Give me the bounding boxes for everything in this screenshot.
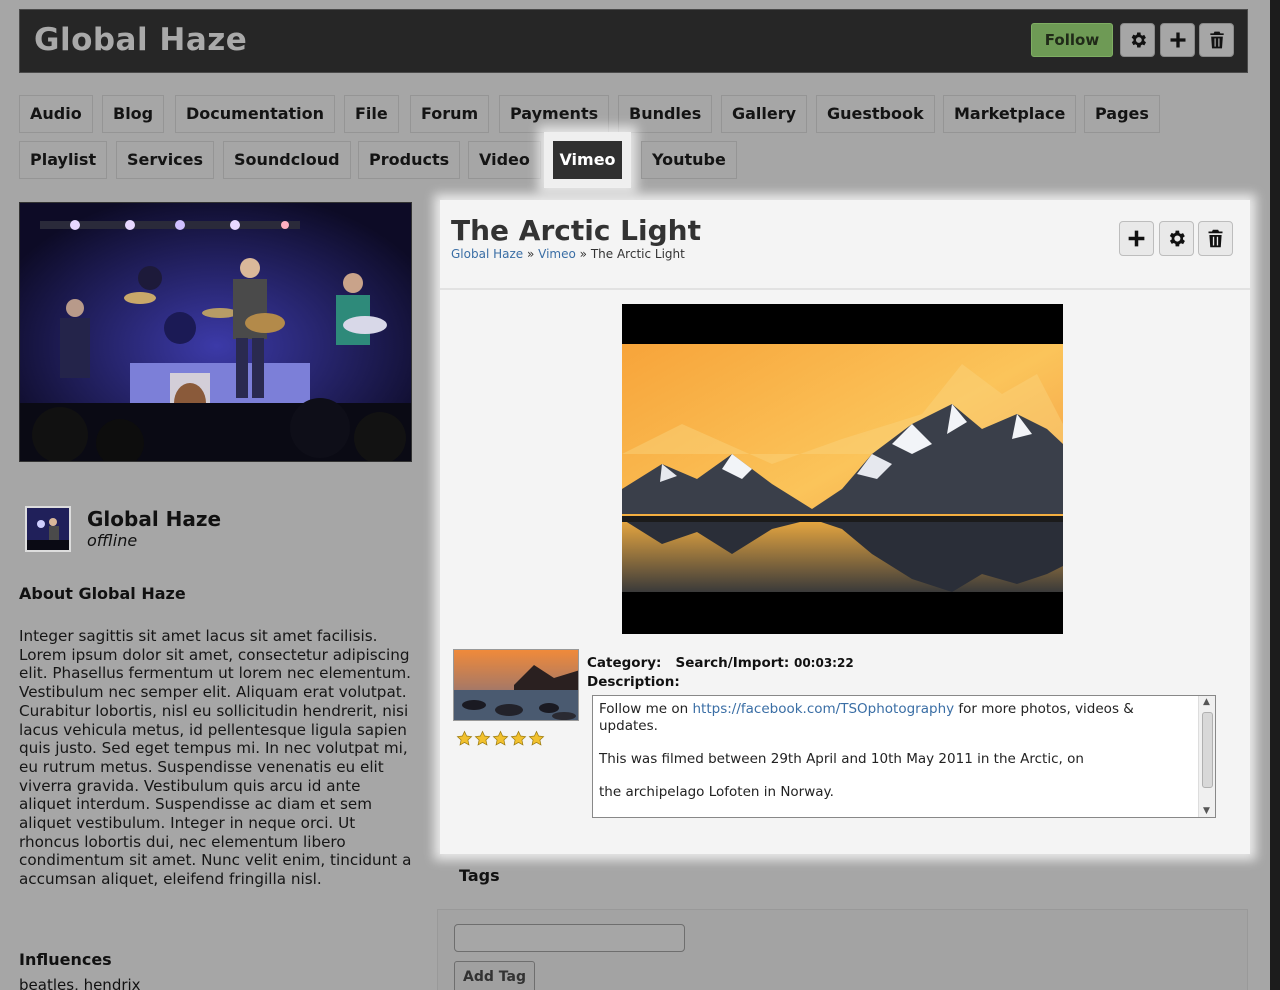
facebook-link[interactable]: https://facebook.com/TSOphotography — [693, 701, 955, 717]
item-settings-button[interactable] — [1159, 221, 1194, 256]
description-text: Follow me on https://facebook.com/TSOpho… — [599, 701, 1195, 801]
tag-input[interactable] — [454, 924, 685, 952]
description-line: This was filmed between 29th April and 1… — [599, 751, 1084, 767]
header-title: Global Haze — [34, 22, 248, 58]
tab-playlist[interactable]: Playlist — [19, 141, 108, 179]
trash-icon — [1209, 31, 1224, 49]
about-text: Integer sagittis sit amet lacus sit amet… — [19, 627, 412, 889]
star-icon[interactable] — [510, 730, 527, 747]
item-add-button[interactable] — [1119, 221, 1154, 256]
gear-icon — [1169, 230, 1185, 247]
video-frame-image — [622, 304, 1063, 634]
tab-products[interactable]: Products — [358, 141, 461, 179]
plus-icon — [1128, 230, 1145, 247]
about-heading: About Global Haze — [19, 584, 186, 603]
description-label: Description: — [587, 674, 680, 690]
video-detail-card: The Arctic Light Global Haze » Vimeo » T… — [440, 200, 1250, 854]
card-header: The Arctic Light Global Haze » Vimeo » T… — [440, 200, 1250, 290]
description-box[interactable]: Follow me on https://facebook.com/TSOpho… — [592, 695, 1216, 818]
profile-banner-image — [19, 202, 412, 462]
influences-heading: Influences — [19, 950, 112, 969]
window-edge — [1270, 0, 1280, 990]
tab-vimeo-active[interactable]: Vimeo — [544, 132, 631, 188]
tags-heading: Tags — [459, 866, 500, 885]
search-import-label: Search/Import: — [675, 655, 790, 671]
thumbnail-image — [454, 650, 578, 720]
tab-youtube[interactable]: Youtube — [641, 141, 737, 179]
breadcrumb-home-link[interactable]: Global Haze — [451, 247, 523, 261]
description-line: the archipelago Lofoten in Norway. — [599, 784, 834, 800]
video-duration: 00:03:22 — [793, 656, 854, 670]
tab-forum[interactable]: Forum — [410, 95, 490, 133]
tab-file[interactable]: File — [344, 95, 399, 133]
breadcrumb-current: The Arctic Light — [590, 247, 685, 261]
tab-marketplace[interactable]: Marketplace — [943, 95, 1077, 133]
tab-payments[interactable]: Payments — [499, 95, 610, 133]
concert-photo — [20, 203, 411, 461]
rating-stars[interactable] — [456, 730, 545, 747]
tab-video[interactable]: Video — [468, 141, 541, 179]
star-icon[interactable] — [474, 730, 491, 747]
tab-vimeo-label: Vimeo — [553, 141, 622, 179]
scrollbar-thumb[interactable] — [1202, 712, 1213, 788]
breadcrumb-section-link[interactable]: Vimeo — [538, 247, 576, 261]
profile-name[interactable]: Global Haze — [87, 507, 221, 531]
tab-blog[interactable]: Blog — [102, 95, 165, 133]
tab-soundcloud[interactable]: Soundcloud — [223, 141, 351, 179]
breadcrumb-separator: » — [523, 247, 539, 261]
tab-gallery[interactable]: Gallery — [721, 95, 808, 133]
star-icon[interactable] — [528, 730, 545, 747]
scroll-up-icon[interactable]: ▲ — [1203, 697, 1210, 707]
gear-icon — [1131, 32, 1146, 48]
follow-button[interactable]: Follow — [1031, 23, 1113, 57]
tab-services[interactable]: Services — [116, 141, 215, 179]
trash-icon — [1208, 229, 1223, 248]
video-meta: Category: Search/Import: 00:03:22 — [587, 655, 854, 671]
tab-guestbook[interactable]: Guestbook — [816, 95, 935, 133]
star-icon[interactable] — [456, 730, 473, 747]
description-line: Follow me on — [599, 701, 693, 717]
video-player[interactable] — [622, 304, 1063, 634]
add-tag-button[interactable]: Add Tag — [454, 961, 535, 990]
item-delete-button[interactable] — [1198, 221, 1233, 256]
profile-status: offline — [87, 531, 138, 550]
category-label: Category: — [587, 655, 662, 671]
profile-header: Global Haze Follow — [19, 9, 1248, 73]
header-delete-button[interactable] — [1199, 23, 1234, 57]
influences-text: beatles, hendrix — [19, 976, 141, 990]
header-settings-button[interactable] — [1120, 23, 1155, 57]
page-title: The Arctic Light — [451, 214, 701, 247]
breadcrumb: Global Haze » Vimeo » The Arctic Light — [451, 247, 685, 261]
tab-documentation[interactable]: Documentation — [175, 95, 336, 133]
plus-icon — [1170, 32, 1185, 48]
tab-pages[interactable]: Pages — [1084, 95, 1160, 133]
video-thumbnail[interactable] — [453, 649, 579, 721]
avatar-image — [27, 508, 69, 550]
avatar[interactable] — [25, 506, 71, 552]
tab-bundles[interactable]: Bundles — [618, 95, 713, 133]
breadcrumb-separator: » — [575, 247, 591, 261]
tab-audio[interactable]: Audio — [19, 95, 93, 133]
scroll-down-icon[interactable]: ▼ — [1203, 806, 1210, 816]
description-scrollbar[interactable]: ▲ ▼ — [1198, 696, 1215, 817]
star-icon[interactable] — [492, 730, 509, 747]
header-add-button[interactable] — [1160, 23, 1195, 57]
